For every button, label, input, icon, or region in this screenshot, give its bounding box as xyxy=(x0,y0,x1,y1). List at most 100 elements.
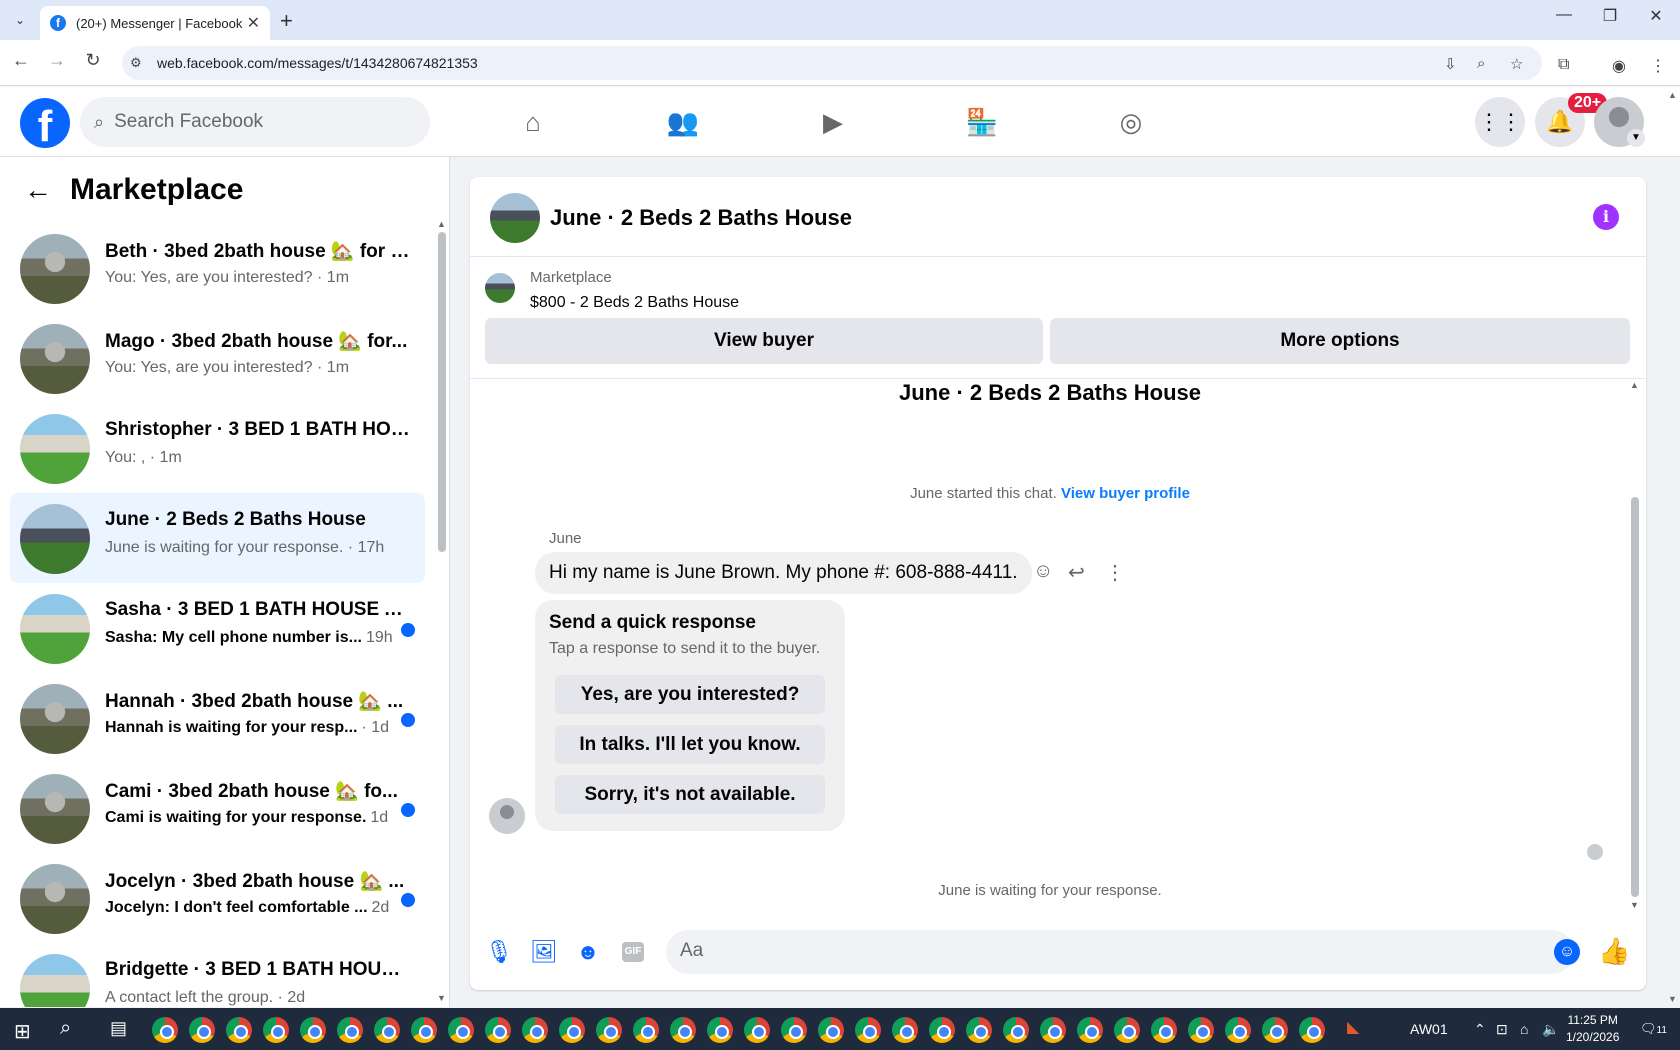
sidebar-scrollbar[interactable] xyxy=(438,232,446,552)
network-icon[interactable]: ⊡ xyxy=(1496,1021,1508,1038)
chrome-taskbar-icon[interactable] xyxy=(522,1017,548,1043)
chrome-taskbar-icon[interactable] xyxy=(1262,1017,1288,1043)
message-bubble[interactable]: Hi my name is June Brown. My phone #: 60… xyxy=(535,552,1032,594)
microphone-icon[interactable]: 🎙 xyxy=(485,939,513,965)
quick-response-option[interactable]: In talks. I'll let you know. xyxy=(555,725,825,764)
listing-price[interactable]: $800 - 2 Beds 2 Baths House xyxy=(530,294,739,312)
chrome-menu-icon[interactable]: ⋮ xyxy=(1650,56,1666,76)
chrome-taskbar-icon[interactable] xyxy=(448,1017,474,1043)
friends-icon[interactable]: 👥 xyxy=(661,100,705,144)
conversation-item[interactable]: June · 2 Beds 2 Baths House June is waiti… xyxy=(10,493,425,583)
menu-grid-icon[interactable]: ⋮⋮ xyxy=(1475,97,1525,147)
new-tab-icon[interactable]: + xyxy=(280,8,293,34)
chrome-taskbar-icon[interactable] xyxy=(226,1017,252,1043)
notification-center-icon[interactable]: 🗨11 xyxy=(1640,1021,1667,1037)
listing-thumbnail[interactable] xyxy=(485,273,515,303)
site-info-icon[interactable]: ⚙ xyxy=(130,55,142,71)
chrome-taskbar-icon[interactable] xyxy=(485,1017,511,1043)
close-tab-icon[interactable]: ✕ xyxy=(247,13,260,33)
profile-icon[interactable]: ◉ xyxy=(1612,56,1626,76)
video-icon[interactable]: ▶ xyxy=(811,100,855,144)
reload-icon[interactable]: ↻ xyxy=(80,50,106,71)
minimize-icon[interactable]: — xyxy=(1541,6,1587,24)
forward-icon[interactable]: → xyxy=(44,50,70,71)
chat-scrollbar[interactable] xyxy=(1631,497,1639,897)
photo-icon[interactable]: 🖼 xyxy=(530,939,558,965)
wifi-icon[interactable]: ⌂ xyxy=(1520,1021,1528,1037)
chrome-taskbar-icon[interactable] xyxy=(1188,1017,1214,1043)
chrome-taskbar-icon[interactable] xyxy=(337,1017,363,1043)
conversation-item[interactable]: Shristopher · 3 BED 1 BATH HOU... You: , … xyxy=(10,403,425,493)
info-icon[interactable]: i xyxy=(1593,204,1619,230)
chrome-taskbar-icon[interactable] xyxy=(1225,1017,1251,1043)
more-actions-icon[interactable]: ⋮ xyxy=(1105,560,1125,585)
chrome-taskbar-icon[interactable] xyxy=(966,1017,992,1043)
back-icon[interactable]: ← xyxy=(8,50,34,71)
omnibox[interactable]: ⚙ web.facebook.com/messages/t/1434280674… xyxy=(122,46,1542,80)
taskbar-user-label[interactable]: AW01 xyxy=(1410,1021,1448,1037)
view-buyer-profile-link[interactable]: View buyer profile xyxy=(1061,485,1190,502)
message-input[interactable] xyxy=(680,940,1500,962)
sticker-icon[interactable]: ☻ xyxy=(575,939,601,965)
conversation-item[interactable]: Sasha · 3 BED 1 BATH HOUSE A... Sasha: My… xyxy=(10,583,425,673)
conversation-item[interactable]: Bridgette · 3 BED 1 BATH HOUSE... A conta… xyxy=(10,943,425,1007)
thumbs-up-icon[interactable]: 👍 xyxy=(1598,936,1630,967)
react-emoji-icon[interactable]: ☺ xyxy=(1033,560,1053,583)
restore-icon[interactable]: ❐ xyxy=(1587,6,1633,26)
taskbar-search-icon[interactable]: ⌕ xyxy=(60,1017,71,1040)
browser-tab[interactable]: f (20+) Messenger | Facebook ✕ xyxy=(40,6,270,40)
taskbar-clock[interactable]: 11:25 PM 1/20/2026 xyxy=(1566,1012,1619,1046)
chrome-taskbar-icon[interactable] xyxy=(374,1017,400,1043)
facebook-logo-icon[interactable]: f xyxy=(20,98,70,148)
scroll-up-arrow-icon[interactable]: ▲ xyxy=(437,219,446,229)
bookmark-star-icon[interactable]: ☆ xyxy=(1510,55,1523,73)
search-box[interactable]: ⌕ xyxy=(80,97,430,147)
chrome-taskbar-icon[interactable] xyxy=(929,1017,955,1043)
message-box[interactable] xyxy=(666,930,1574,974)
conversation-item[interactable]: Jocelyn · 3bed 2bath house 🏡 ... Jocelyn:… xyxy=(10,853,425,943)
chrome-taskbar-icon[interactable] xyxy=(1151,1017,1177,1043)
quick-response-option[interactable]: Yes, are you interested? xyxy=(555,675,825,714)
chrome-taskbar-icon[interactable] xyxy=(855,1017,881,1043)
volume-icon[interactable]: 🔈 xyxy=(1542,1021,1559,1038)
chrome-taskbar-icon[interactable] xyxy=(596,1017,622,1043)
home-icon[interactable]: ⌂ xyxy=(511,100,555,144)
url-text[interactable]: web.facebook.com/messages/t/143428067482… xyxy=(157,55,478,71)
conversation-item[interactable]: Cami · 3bed 2bath house 🏡 fo... Cami is w… xyxy=(10,763,425,853)
close-window-icon[interactable]: ✕ xyxy=(1633,6,1679,26)
page-scroll-down-icon[interactable]: ▼ xyxy=(1668,994,1677,1004)
conversation-item[interactable]: Mago · 3bed 2bath house 🏡 for... You: Yes… xyxy=(10,313,425,403)
chat-header-title[interactable]: June · 2 Beds 2 Baths House xyxy=(550,205,852,231)
tab-search-icon[interactable]: ⌄ xyxy=(8,9,32,31)
chrome-taskbar-icon[interactable] xyxy=(744,1017,770,1043)
chrome-taskbar-icon[interactable] xyxy=(1114,1017,1140,1043)
chrome-taskbar-icon[interactable] xyxy=(670,1017,696,1043)
chrome-taskbar-icon[interactable] xyxy=(152,1017,178,1043)
chrome-taskbar-icon[interactable] xyxy=(781,1017,807,1043)
search-input[interactable] xyxy=(114,111,395,133)
conversation-item[interactable]: Hannah · 3bed 2bath house 🏡 ... Hannah is… xyxy=(10,673,425,763)
app-icon[interactable]: ◣ xyxy=(1347,1017,1359,1037)
chrome-taskbar-icon[interactable] xyxy=(1003,1017,1029,1043)
conversation-item[interactable]: Beth · 3bed 2bath house 🏡 for r... You: Y… xyxy=(10,223,425,313)
tray-chevron-up-icon[interactable]: ⌃ xyxy=(1474,1021,1486,1038)
chrome-taskbar-icon[interactable] xyxy=(189,1017,215,1043)
install-app-icon[interactable]: ⇩ xyxy=(1444,55,1457,73)
gif-icon[interactable]: GIF xyxy=(622,942,644,962)
chrome-taskbar-icon[interactable] xyxy=(559,1017,585,1043)
chrome-taskbar-icon[interactable] xyxy=(818,1017,844,1043)
emoji-icon[interactable]: ☺ xyxy=(1554,939,1580,965)
task-view-icon[interactable]: ▤ xyxy=(110,1018,127,1039)
chat-header-thumbnail[interactable] xyxy=(490,193,540,243)
reply-icon[interactable]: ↩ xyxy=(1068,560,1085,585)
windows-start-icon[interactable]: ⊞ xyxy=(14,1019,31,1044)
chrome-taskbar-icon[interactable] xyxy=(892,1017,918,1043)
chrome-taskbar-icon[interactable] xyxy=(411,1017,437,1043)
page-scroll-up-icon[interactable]: ▲ xyxy=(1668,90,1677,100)
account-chevron-down-icon[interactable]: ▼ xyxy=(1627,129,1645,147)
scroll-down-arrow-icon[interactable]: ▼ xyxy=(437,993,446,1003)
chrome-taskbar-icon[interactable] xyxy=(263,1017,289,1043)
extensions-icon[interactable]: ⧉ xyxy=(1558,56,1569,74)
marketplace-icon[interactable]: 🏪 xyxy=(960,100,1004,144)
zoom-icon[interactable]: ⌕ xyxy=(1477,55,1485,72)
